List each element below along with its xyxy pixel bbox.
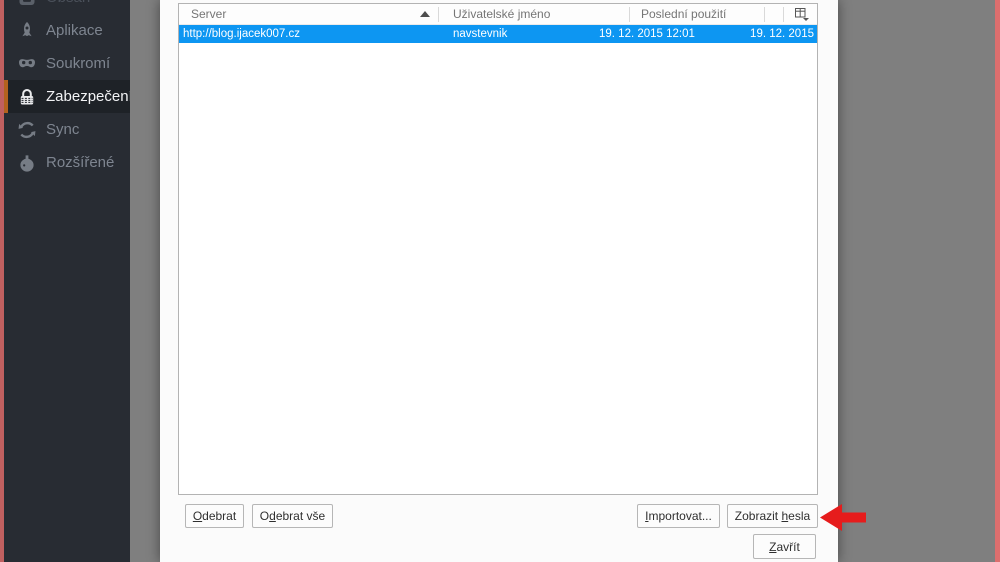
column-picker-icon[interactable] — [791, 7, 813, 22]
sidebar-item-label: Obsah — [46, 0, 90, 6]
column-divider — [783, 7, 784, 22]
login-table-row[interactable]: http://blog.ijacek007.cz navstevnik 19. … — [179, 25, 817, 43]
flask-icon — [17, 153, 37, 173]
cell-username: navstevnik — [453, 25, 507, 43]
screenshot-border-left — [0, 0, 4, 562]
sync-icon — [17, 120, 37, 140]
sidebar-item-privacy[interactable]: Soukromí — [0, 47, 130, 80]
mask-icon — [17, 54, 37, 74]
sidebar-category-list: Obsah Aplikace Soukromí — [0, 0, 130, 179]
sidebar-item-label: Sync — [46, 121, 79, 138]
import-button[interactable]: Importovat... — [637, 504, 720, 528]
column-header-last-used[interactable]: Poslední použití — [641, 4, 726, 25]
annotation-arrow-left-icon — [820, 504, 866, 536]
screen: Obsah Aplikace Soukromí — [0, 0, 1000, 562]
screenshot-border-right — [995, 0, 1000, 562]
sidebar-item-advanced[interactable]: Rozšířené — [0, 146, 130, 179]
logins-table: Server Uživatelské jméno Poslední použit… — [178, 3, 818, 495]
rocket-icon — [17, 21, 37, 41]
cell-last-used: 19. 12. 2015 12:01 — [599, 25, 695, 43]
column-divider — [629, 7, 630, 22]
sidebar-item-label: Zabezpečení — [46, 88, 130, 105]
show-passwords-button[interactable]: Zobrazit hesla — [727, 504, 818, 528]
close-button[interactable]: Zavřít — [753, 534, 816, 559]
sidebar-item-content[interactable]: Obsah — [0, 0, 130, 14]
remove-button[interactable]: Odebrat — [185, 504, 244, 528]
sidebar-item-applications[interactable]: Aplikace — [0, 14, 130, 47]
lock-icon — [17, 87, 37, 107]
column-divider — [438, 7, 439, 22]
sort-ascending-icon — [420, 11, 430, 17]
sidebar-item-sync[interactable]: Sync — [0, 113, 130, 146]
column-header-username[interactable]: Uživatelské jméno — [453, 4, 550, 25]
column-divider — [764, 7, 765, 22]
content-icon — [17, 0, 37, 8]
sidebar-item-security[interactable]: Zabezpečení — [0, 80, 130, 113]
column-header-server[interactable]: Server — [191, 4, 226, 25]
remove-all-button[interactable]: Odebrat vše — [252, 504, 333, 528]
logins-table-header: Server Uživatelské jméno Poslední použit… — [179, 4, 817, 25]
sidebar-item-label: Aplikace — [46, 22, 103, 39]
sidebar-item-label: Soukromí — [46, 55, 110, 72]
sidebar-item-label: Rozšířené — [46, 154, 114, 171]
saved-logins-dialog: Server Uživatelské jméno Poslední použit… — [160, 0, 838, 562]
cell-changed: 19. 12. 2015 — [750, 25, 814, 43]
preferences-sidebar: Obsah Aplikace Soukromí — [0, 0, 130, 562]
cell-server: http://blog.ijacek007.cz — [183, 25, 300, 43]
